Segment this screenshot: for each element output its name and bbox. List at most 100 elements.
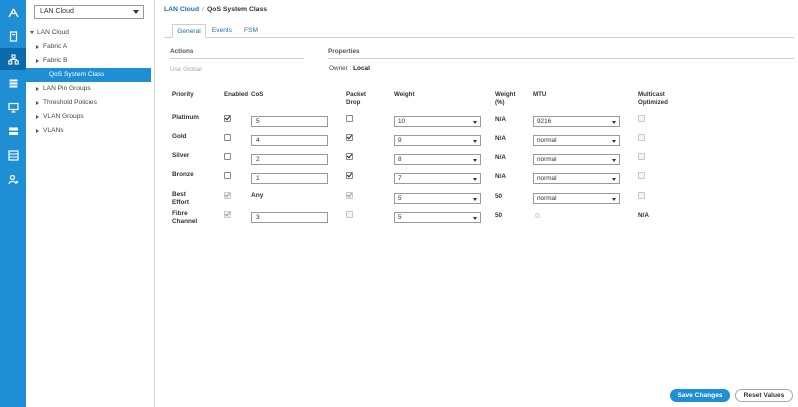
tab-general[interactable]: General (172, 24, 206, 38)
caret-right-icon[interactable] (36, 114, 39, 119)
cos-input[interactable]: 2 (251, 154, 328, 165)
rail-button-network[interactable] (0, 2, 26, 24)
column-header-line: Packet (346, 91, 366, 98)
cos-input[interactable]: 1 (251, 173, 328, 184)
rail-button-vm[interactable] (0, 96, 26, 118)
mtu-select[interactable]: normal (533, 135, 620, 146)
weight-value: 5 (398, 214, 402, 221)
priority-label: Bronze (172, 171, 194, 179)
properties-title: Properties (328, 48, 360, 55)
tree-item-threshold-policies[interactable]: Threshold Policies (26, 96, 154, 110)
nav-filter-select[interactable]: LAN Cloud (34, 5, 144, 19)
owner-value: Local (353, 65, 370, 72)
weight-percent: 50 (495, 212, 503, 219)
properties-divider (328, 58, 794, 59)
tree-item-label: QoS System Class (49, 71, 105, 78)
mtu-select[interactable]: normal (533, 154, 620, 165)
rail-button-chassis[interactable] (0, 120, 26, 142)
column-header-packet-drop: Packet Drop (346, 91, 366, 107)
reset-values-button[interactable]: Reset Values (735, 389, 793, 402)
rail-button-admin[interactable] (0, 144, 26, 166)
chevron-down-icon (133, 10, 139, 14)
weight-select[interactable]: 5 (394, 193, 481, 204)
chevron-down-icon (473, 197, 477, 201)
column-header-line: (%) (495, 99, 505, 106)
breadcrumb-separator: / (202, 6, 205, 13)
breadcrumb-current: QoS System Class (207, 6, 268, 13)
weight-value: 7 (398, 175, 402, 182)
check-icon (346, 191, 353, 198)
enabled-checkbox[interactable] (224, 114, 231, 122)
rail-button-server[interactable] (0, 25, 26, 47)
tree-item-vlan-groups[interactable]: VLAN Groups (26, 110, 154, 124)
rail-button-user[interactable] (0, 168, 26, 190)
column-header-enabled: Enabled (224, 91, 249, 98)
chevron-down-icon (473, 139, 477, 143)
packet-drop-checkbox[interactable] (346, 171, 353, 179)
rail-button-storage[interactable] (0, 72, 26, 94)
mtu-select[interactable]: normal (533, 173, 620, 184)
admin-icon (7, 149, 19, 161)
priority-label: Silver (172, 152, 189, 160)
tree-item-fabric-b[interactable]: Fabric B (26, 54, 154, 68)
caret-right-icon[interactable] (36, 86, 39, 91)
cos-input[interactable]: 3 (251, 212, 328, 223)
weight-select[interactable]: 7 (394, 173, 481, 184)
multicast-checkbox (638, 115, 645, 122)
priority-label-line: Fibre (172, 210, 188, 217)
packet-drop-checkbox[interactable] (346, 152, 353, 160)
weight-select[interactable]: 8 (394, 154, 481, 165)
breadcrumb-parent-link[interactable]: LAN Cloud (164, 6, 199, 13)
column-header-priority: Priority (172, 91, 194, 98)
chevron-down-icon (473, 120, 477, 124)
rail-button-lan[interactable] (0, 48, 26, 70)
priority-label-line: Platinum (172, 114, 199, 121)
tree-item-label: LAN Pin Groups (43, 85, 91, 92)
save-changes-button[interactable]: Save Changes (670, 389, 730, 402)
caret-right-icon[interactable] (36, 44, 39, 49)
multicast-checkbox (638, 153, 645, 160)
tab-events[interactable]: Events (210, 24, 234, 38)
tab-fsm[interactable]: FSM (240, 24, 262, 38)
enabled-checkbox[interactable] (224, 172, 231, 179)
server-icon (9, 30, 17, 42)
caret-right-icon[interactable] (36, 128, 39, 133)
packet-drop-checkbox[interactable] (346, 133, 353, 141)
weight-percent: N/A (495, 116, 507, 123)
mtu-value: normal (537, 137, 557, 144)
cos-input[interactable]: 4 (251, 135, 328, 146)
tree-item-vlans[interactable]: VLANs (26, 124, 154, 138)
weight-select[interactable]: 9 (394, 135, 481, 146)
priority-label-line: Effort (172, 199, 190, 206)
tree-item-lan-cloud[interactable]: LAN Cloud (26, 26, 154, 40)
mtu-select[interactable]: 9216 (533, 116, 620, 127)
caret-right-icon[interactable] (36, 58, 39, 63)
enabled-checkbox[interactable] (224, 153, 231, 160)
actions-divider (170, 58, 304, 59)
enabled-checkbox[interactable] (224, 134, 231, 141)
weight-value: 8 (398, 156, 402, 163)
chevron-down-icon (612, 120, 616, 124)
mtu-value: normal (537, 156, 557, 163)
check-icon (224, 114, 231, 121)
weight-value: 9 (398, 137, 402, 144)
tree-item-qos-system-class[interactable]: QoS System Class (26, 68, 151, 82)
cos-input[interactable]: 5 (251, 116, 328, 127)
weight-select[interactable]: 5 (394, 212, 481, 223)
packet-drop-checkbox[interactable] (346, 115, 353, 122)
mtu-value: normal (537, 175, 557, 182)
chassis-icon (8, 127, 18, 135)
mtu-select[interactable]: normal (533, 193, 620, 204)
actions-title: Actions (170, 48, 194, 55)
caret-right-icon[interactable] (36, 100, 39, 105)
use-global-link[interactable]: Use Global (170, 66, 202, 73)
navigation-panel: LAN Cloud LAN Cloud Fabric A Fabric B QoS S… (26, 0, 155, 407)
owner-field: Owner : Local (329, 65, 370, 72)
priority-label: Platinum (172, 114, 199, 122)
mtu-radio-disabled (535, 213, 540, 218)
tree-item-label: Fabric A (43, 43, 68, 50)
caret-down-icon[interactable] (30, 31, 34, 34)
tree-item-fabric-a[interactable]: Fabric A (26, 40, 154, 54)
weight-select[interactable]: 10 (394, 116, 481, 127)
tree-item-lan-pin-groups[interactable]: LAN Pin Groups (26, 82, 154, 96)
